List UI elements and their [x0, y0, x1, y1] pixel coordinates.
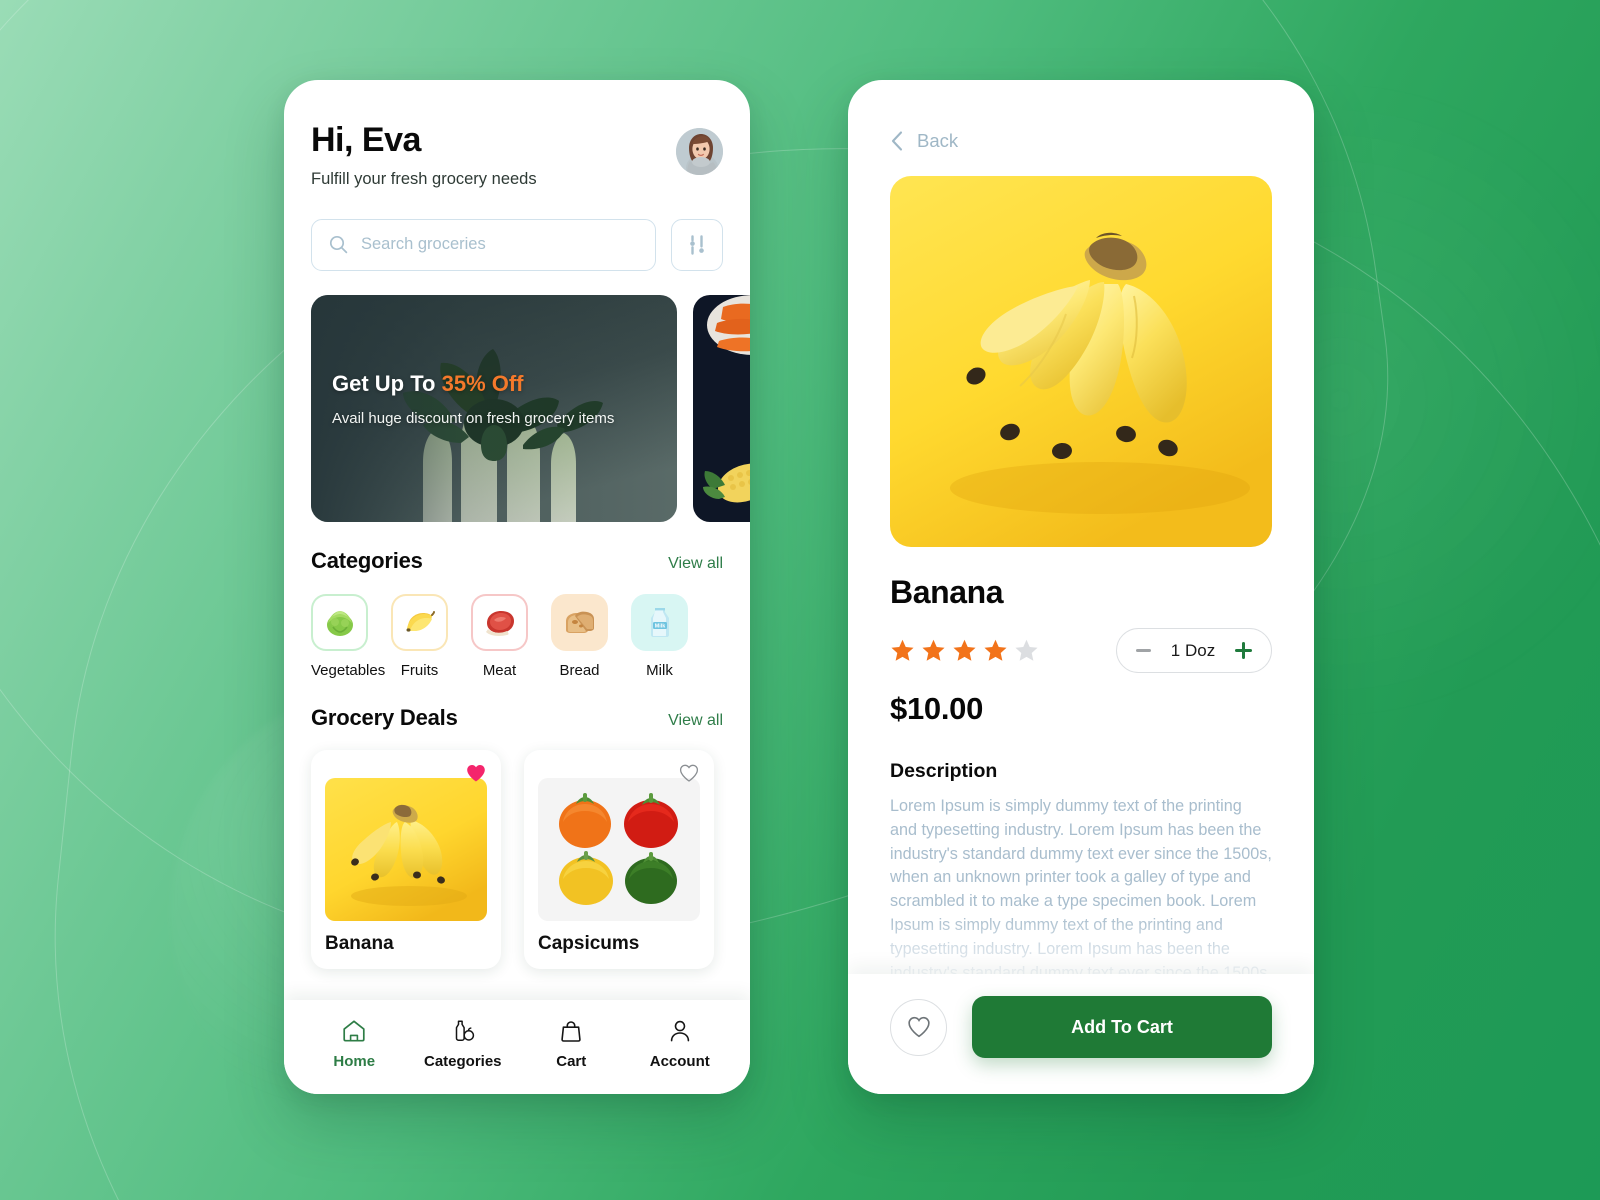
tab-label: Account	[649, 1053, 710, 1070]
decrement-button[interactable]	[1136, 649, 1151, 652]
description-container: Lorem Ipsum is simply dummy text of the …	[890, 795, 1272, 974]
category-item-fruits[interactable]: Fruits	[391, 593, 448, 679]
quantity-stepper[interactable]: 1 Doz	[1116, 628, 1272, 673]
decorative-blob-2	[0, 69, 1600, 1200]
product-price: $10.00	[890, 691, 984, 726]
promo-banner-secondary[interactable]	[693, 294, 750, 522]
category-item-vegetables[interactable]: Vegetables	[311, 593, 386, 679]
greeting-row: Hi, Eva Fulfill your fresh grocery needs	[311, 80, 723, 189]
star-filled-icon	[891, 639, 914, 661]
category-label: Milk	[646, 661, 673, 679]
deals-section-header: Grocery Deals View all	[311, 705, 723, 731]
back-label: Back	[917, 130, 959, 151]
deal-image	[325, 777, 487, 921]
bread-icon	[551, 593, 608, 651]
tab-categories[interactable]: Categories	[417, 1018, 509, 1070]
bottom-tabbar: Home Categories Cart Account	[284, 1000, 750, 1094]
favorite-button[interactable]	[890, 998, 947, 1056]
add-to-cart-label: Add To Cart	[1071, 1016, 1173, 1037]
rating-stars[interactable]	[890, 638, 1039, 663]
product-title: Banana	[890, 574, 1004, 610]
tab-cart[interactable]: Cart	[525, 1018, 617, 1070]
quantity-value: 1 Doz	[1170, 640, 1216, 660]
banana-icon	[391, 593, 448, 651]
back-button[interactable]: Back	[890, 80, 1272, 152]
heart-outline-icon[interactable]	[678, 762, 700, 784]
increment-button[interactable]	[1235, 642, 1252, 659]
description-fade-overlay	[890, 914, 1272, 974]
tab-label: Categories	[423, 1053, 502, 1070]
deals-view-all-link[interactable]: View all	[668, 712, 723, 730]
filter-sliders-icon	[690, 234, 704, 255]
deal-name: Banana	[325, 932, 394, 954]
milk-icon: Milk	[631, 593, 688, 651]
home-icon	[343, 1020, 365, 1042]
category-item-bread[interactable]: Bread	[551, 593, 608, 679]
category-item-meat[interactable]: Meat	[471, 593, 528, 679]
categories-title: Categories	[311, 547, 423, 573]
search-icon	[329, 236, 348, 254]
tab-label: Home	[333, 1053, 376, 1070]
page-subtitle: Fulfill your fresh grocery needs	[311, 169, 537, 188]
deal-name: Capsicums	[538, 932, 640, 954]
tab-label: Cart	[556, 1053, 587, 1070]
page-title: Hi, Eva	[311, 121, 421, 159]
promo-banner-primary[interactable]: Get Up To 35% Off Avail huge discount on…	[311, 294, 677, 522]
promo-headline-highlight: 35% Off	[441, 370, 524, 396]
carrots-corn-dark-photo	[693, 294, 750, 522]
deal-card-capsicums[interactable]: Capsicums	[524, 749, 714, 969]
rating-and-quantity-row: 1 Doz	[890, 628, 1272, 673]
promo-banner-text: Get Up To 35% Off Avail huge discount on…	[332, 371, 614, 427]
tab-account[interactable]: Account	[634, 1018, 726, 1070]
promo-headline-prefix: Get Up To	[332, 370, 442, 396]
promo-banner-carousel[interactable]: Get Up To 35% Off Avail huge discount on…	[311, 294, 750, 522]
promo-subtext: Avail huge discount on fresh grocery ite…	[332, 409, 615, 427]
heart-outline-icon	[907, 1016, 930, 1038]
categories-section-header: Categories View all	[311, 548, 723, 574]
steak-icon	[471, 593, 528, 651]
add-to-cart-button[interactable]: Add To Cart	[972, 996, 1272, 1058]
category-item-milk[interactable]: Milk Milk	[631, 593, 688, 679]
search-placeholder: Search groceries	[361, 235, 486, 254]
categories-view-all-link[interactable]: View all	[668, 555, 723, 573]
detail-action-bar: Add To Cart	[848, 974, 1314, 1094]
bananas-yellow-photo	[890, 176, 1272, 547]
chevron-left-icon	[891, 131, 903, 151]
home-screen-phone: Hi, Eva Fulfill your fresh grocery needs	[284, 80, 750, 1094]
product-detail-phone: Back Banana 1 Doz $10.00 Description Lor…	[848, 80, 1314, 1094]
star-filled-icon	[984, 639, 1007, 661]
heart-filled-icon[interactable]	[465, 762, 487, 784]
categories-list: Vegetables Fruits Meat Bread Milk Milk	[311, 593, 723, 679]
avatar-photo	[676, 128, 723, 175]
app-background: Hi, Eva Fulfill your fresh grocery needs	[0, 0, 1600, 1200]
star-filled-icon	[922, 639, 945, 661]
categories-icon	[455, 1020, 474, 1041]
star-filled-icon	[953, 639, 976, 661]
search-row: Search groceries	[311, 218, 723, 271]
svg-text:Milk: Milk	[654, 624, 664, 630]
category-label: Meat	[482, 661, 517, 679]
home-scroll-area[interactable]: Hi, Eva Fulfill your fresh grocery needs	[284, 80, 750, 1000]
deal-image	[538, 777, 700, 921]
shopping-bag-icon	[561, 1021, 581, 1042]
bell-peppers-photo	[538, 777, 700, 921]
search-input[interactable]: Search groceries	[311, 218, 656, 271]
person-icon	[670, 1020, 689, 1042]
avatar[interactable]	[676, 128, 723, 175]
description-title: Description	[890, 760, 998, 782]
detail-scroll-area[interactable]: Back Banana 1 Doz $10.00 Description Lor…	[848, 80, 1314, 974]
deal-card-banana[interactable]: Banana	[311, 749, 501, 969]
deals-list: Banana Capsicums	[311, 749, 723, 969]
filter-button[interactable]	[671, 218, 723, 271]
promo-headline: Get Up To 35% Off	[332, 371, 614, 397]
category-label: Bread	[559, 661, 600, 679]
bananas-yellow-photo	[325, 777, 487, 921]
lettuce-icon	[311, 593, 368, 651]
category-label: Fruits	[400, 661, 439, 679]
star-empty-icon	[1015, 639, 1038, 661]
tab-home[interactable]: Home	[308, 1018, 400, 1070]
category-label: Vegetables	[311, 661, 386, 679]
product-hero-image[interactable]	[890, 176, 1272, 547]
deals-title: Grocery Deals	[311, 704, 458, 730]
